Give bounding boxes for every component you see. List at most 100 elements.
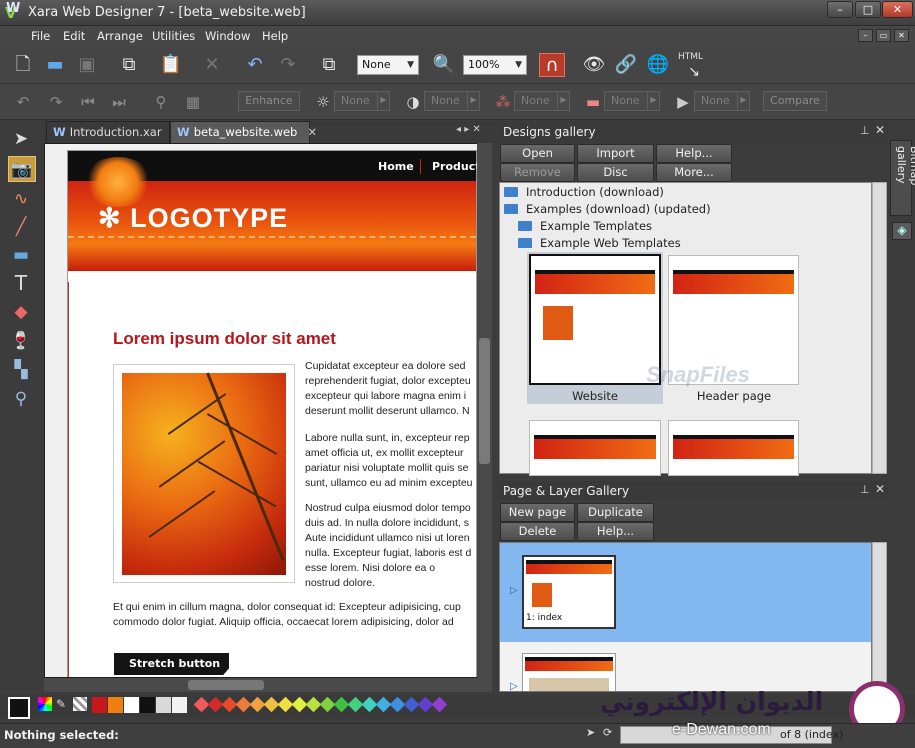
transparency-tool-icon[interactable]: 🍷 — [6, 328, 36, 354]
zoom-tool-icon[interactable]: ⚲ — [6, 386, 36, 412]
pin-icon[interactable]: ⊥ — [860, 124, 870, 137]
palette-swatch[interactable] — [92, 697, 107, 713]
text-tool-icon[interactable]: T — [6, 270, 36, 296]
menu-arrange[interactable]: Arrange — [97, 29, 143, 43]
enhance-button[interactable]: Enhance — [238, 91, 300, 111]
minimize-button[interactable]: – — [827, 1, 853, 18]
thumbnail-website[interactable] — [529, 254, 661, 385]
duplicate-button[interactable]: Duplicate — [577, 503, 654, 522]
saturation-combo[interactable]: None ▶ — [514, 91, 570, 111]
layer-gallery-close-icon[interactable]: ✕ — [875, 482, 885, 496]
import-button[interactable]: Import — [577, 144, 654, 163]
link-icon[interactable]: 🔗 — [613, 53, 639, 77]
designs-gallery-close-icon[interactable]: ✕ — [875, 123, 885, 137]
photo-tool-icon[interactable]: 📷 — [8, 156, 36, 182]
doc-minimize-button[interactable]: – — [858, 29, 873, 42]
current-color-swatch[interactable] — [8, 697, 30, 719]
paragraph-2[interactable]: Labore nulla sunt, in, excepteur rep amet… — [305, 431, 473, 491]
gallery-tab-icon[interactable]: ◈ — [892, 222, 912, 240]
layer-pin-icon[interactable]: ⊥ — [860, 483, 870, 496]
menu-file[interactable]: File — [31, 29, 50, 43]
previous-icon[interactable]: ⏮ — [77, 92, 99, 112]
expand-arrow-icon[interactable]: ▷ — [510, 585, 518, 596]
menu-utilities[interactable]: Utilities — [152, 29, 195, 43]
shadow-tool-icon[interactable]: ▚ — [6, 357, 36, 383]
maximize-button[interactable]: □ — [855, 1, 881, 18]
next-icon[interactable]: ⏭ — [108, 92, 130, 112]
paragraph-1[interactable]: Cupidatat excepteur ea dolore sed reprehe… — [305, 359, 471, 419]
website-properties-icon[interactable]: 🌐 — [645, 53, 671, 77]
open-folder-icon[interactable]: ▬ — [42, 53, 68, 77]
save-icon[interactable]: ▣ — [74, 53, 100, 77]
canvas-horizontal-scrollbar[interactable] — [44, 678, 492, 692]
tree-item-introduction[interactable]: Introduction (download) — [504, 185, 664, 199]
delete-button[interactable]: Delete — [500, 522, 575, 541]
palette-swatch[interactable] — [172, 697, 187, 713]
doc-restore-button[interactable]: ▭ — [876, 29, 891, 42]
rotate-left-icon[interactable]: ↶ — [12, 92, 34, 112]
menu-help[interactable]: Help — [262, 29, 288, 43]
sharpen-combo[interactable]: None ▶ — [694, 91, 750, 111]
export-html-icon[interactable]: ↘ — [681, 60, 707, 84]
paragraph-4[interactable]: Et qui enim in cillum magna, dolor conse… — [113, 600, 461, 630]
paragraph-3[interactable]: Nostrud culpa eiusmod dolor tempo duis ad… — [305, 501, 471, 591]
contrast-combo[interactable]: None ▶ — [424, 91, 480, 111]
more-button[interactable]: More... — [656, 163, 732, 182]
canvas-vertical-scroll-thumb[interactable] — [479, 338, 490, 464]
designs-help-button[interactable]: Help... — [656, 144, 732, 163]
new-document-icon[interactable]: 🗋 — [10, 53, 36, 77]
leaf-photo-frame[interactable] — [113, 364, 295, 583]
expand-arrow-icon-2[interactable]: ▷ — [510, 681, 518, 691]
tree-item-examples[interactable]: Examples (download) (updated) — [504, 202, 711, 216]
new-page-button[interactable]: New page — [500, 503, 575, 522]
zoom-combo[interactable]: 100% ▼ — [463, 55, 527, 75]
status-pointer-icon[interactable]: ➤ — [586, 726, 595, 739]
paste-icon[interactable]: 📋 — [158, 53, 184, 77]
open-button[interactable]: Open — [500, 144, 575, 163]
disc-designs-button[interactable]: Disc designs... — [577, 163, 654, 196]
preview-eye-icon[interactable]: 👁 — [581, 53, 607, 77]
page-layer-list[interactable]: ▷ 1: index ▷ — [499, 542, 872, 692]
tree-item-example-templates[interactable]: Example Templates — [518, 219, 652, 233]
status-refresh-icon[interactable]: ⟳ — [603, 726, 612, 739]
canvas-horizontal-scroll-thumb[interactable] — [188, 680, 264, 690]
rectangle-tool-icon[interactable]: ▬ — [6, 242, 36, 268]
redo-icon[interactable]: ↷ — [275, 53, 301, 77]
copy-icon[interactable]: ⧉ — [116, 53, 142, 77]
temperature-combo[interactable]: None ▶ — [604, 91, 660, 111]
tab-beta-website[interactable]: Wbeta_website.web ✕ — [170, 121, 317, 143]
thumbnail-template-4[interactable] — [668, 420, 799, 476]
stretch-button[interactable]: Stretch button — [114, 653, 229, 675]
palette-swatch[interactable] — [108, 697, 123, 713]
no-color-swatch[interactable] — [73, 697, 87, 711]
compare-button[interactable]: Compare — [763, 91, 827, 111]
menu-edit[interactable]: Edit — [63, 29, 85, 43]
fill-tool-icon[interactable]: ◆ — [6, 299, 36, 325]
palette-swatch[interactable] — [124, 697, 139, 713]
resolution-icon[interactable]: ▦ — [182, 92, 204, 112]
palette-swatch[interactable] — [156, 697, 171, 713]
designs-list[interactable]: Introduction (download) Examples (downlo… — [499, 182, 872, 476]
undo-icon[interactable]: ↶ — [242, 53, 268, 77]
tab-introduction[interactable]: W Introduction.xar — [46, 121, 170, 143]
layer-scrollbar[interactable] — [872, 542, 887, 692]
feather-combo[interactable]: None ▼ — [357, 55, 419, 75]
nav-product[interactable]: Product — [432, 160, 481, 173]
palette-swatch[interactable] — [140, 697, 155, 713]
magnet-snap-icon[interactable]: ∩ — [539, 53, 565, 77]
page-thumbnail-index[interactable]: 1: index — [522, 555, 616, 629]
close-button[interactable]: ✕ — [882, 1, 913, 18]
transform-icon[interactable]: ⧉ — [316, 53, 342, 77]
color-editor-icon[interactable] — [38, 697, 52, 711]
rotate-right-icon[interactable]: ↷ — [45, 92, 67, 112]
page-headline[interactable]: Lorem ipsum dolor sit amet — [113, 329, 336, 349]
optimize-icon[interactable]: ⚲ — [150, 92, 172, 112]
tab-scroll-arrows-icon[interactable]: ◂ ▸ ✕ — [456, 124, 481, 135]
zoom-icon[interactable]: 🔍 — [431, 53, 457, 77]
document-menu-icon[interactable]: W — [6, 1, 20, 16]
brightness-combo[interactable]: None ▶ — [334, 91, 390, 111]
eyedropper-icon[interactable]: ✎ — [56, 697, 66, 711]
designs-scrollbar[interactable] — [872, 182, 887, 474]
tree-item-example-web-templates[interactable]: Example Web Templates — [518, 236, 681, 250]
pen-tool-icon[interactable]: ╱ — [6, 214, 36, 240]
